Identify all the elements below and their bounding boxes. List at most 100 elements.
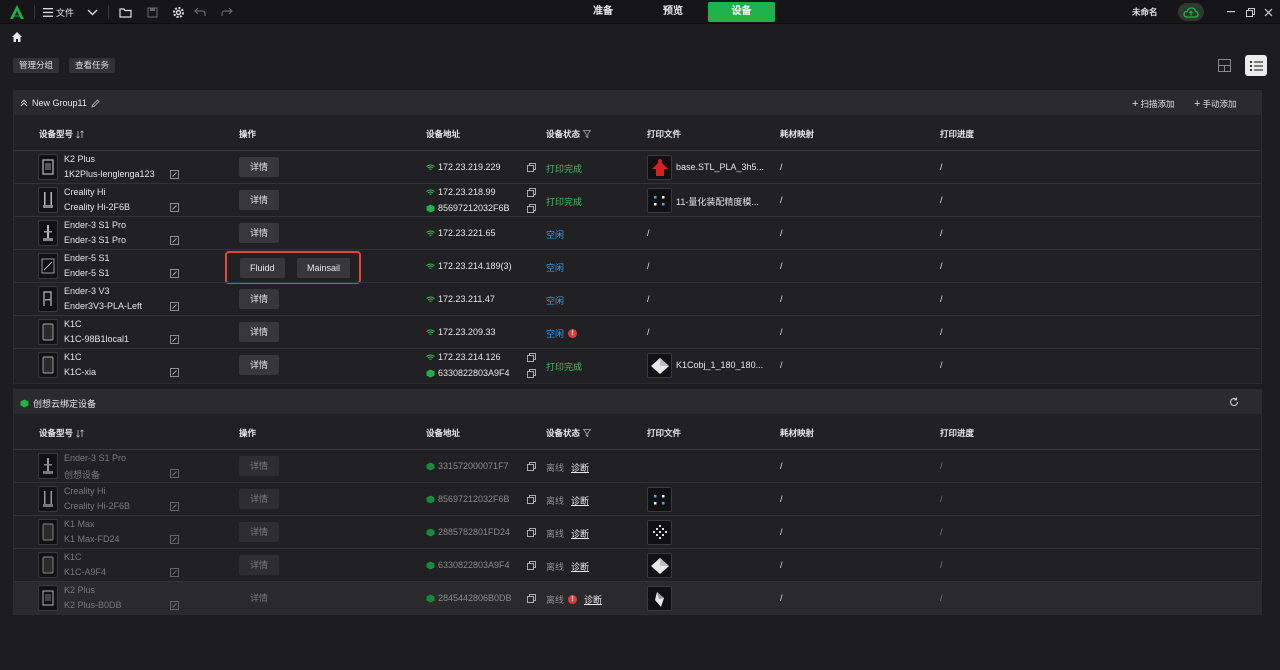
column-header-model[interactable]: 设备型号 bbox=[39, 128, 84, 140]
user-name[interactable]: 未命名 bbox=[1132, 6, 1158, 18]
table-row[interactable]: Ender-3 S1 Pro 创想设备 详情 331572000071F7 离线… bbox=[14, 449, 1261, 482]
edit-name-icon[interactable] bbox=[170, 170, 179, 179]
serial-text: 85697212032F6B bbox=[438, 203, 510, 213]
status-text: 离线 bbox=[546, 496, 565, 506]
table-row[interactable]: Ender-3 S1 Pro Ender-3 S1 Pro 详情 172.23.… bbox=[14, 216, 1261, 249]
copy-icon[interactable] bbox=[527, 188, 536, 197]
column-header-model[interactable]: 设备型号 bbox=[39, 427, 84, 439]
table-row[interactable]: Ender-5 S1 Ender-5 S1 Fluidd Mainsail 17… bbox=[14, 249, 1261, 284]
details-button[interactable]: 详情 bbox=[239, 223, 279, 243]
group-title[interactable]: New Group11 bbox=[20, 98, 100, 108]
error-alert-icon[interactable]: ! bbox=[568, 595, 578, 604]
edit-name-icon[interactable] bbox=[170, 469, 179, 478]
details-button[interactable]: 详情 bbox=[239, 588, 279, 608]
table-row[interactable]: K1C K1C-A9F4 详情 6330822803A9F4 离线 诊断 / / bbox=[14, 548, 1261, 581]
table-row[interactable]: K1C K1C-xia 详情 172.23.214.126 6330822803… bbox=[14, 348, 1261, 381]
edit-name-icon[interactable] bbox=[170, 502, 179, 511]
filter-icon[interactable] bbox=[583, 130, 592, 138]
edit-icon[interactable] bbox=[91, 98, 100, 108]
sort-icon[interactable] bbox=[76, 129, 84, 139]
restore-icon[interactable] bbox=[1243, 5, 1257, 19]
edit-name-icon[interactable] bbox=[170, 236, 179, 245]
view-tasks-button[interactable]: 查看任务 bbox=[69, 58, 116, 73]
copy-icon[interactable] bbox=[527, 369, 536, 378]
copy-icon[interactable] bbox=[527, 495, 536, 504]
fluidd-button[interactable]: Fluidd bbox=[240, 258, 285, 278]
filter-icon[interactable] bbox=[583, 429, 592, 437]
details-button[interactable]: 详情 bbox=[239, 157, 279, 177]
table-row[interactable]: K1 Max K1 Max-FD24 详情 2885782801FD24 离线 … bbox=[14, 515, 1261, 548]
status-text: 空闲 bbox=[546, 329, 565, 339]
open-folder-icon[interactable] bbox=[117, 4, 133, 20]
diagnose-link[interactable]: 诊断 bbox=[571, 461, 589, 474]
edit-name-icon[interactable] bbox=[170, 601, 179, 610]
error-alert-icon[interactable]: ! bbox=[568, 329, 578, 338]
redo-icon[interactable] bbox=[219, 4, 235, 20]
settings-gear-icon[interactable] bbox=[170, 4, 186, 20]
table-row[interactable]: K2 Plus K2 Plus-B0DB 详情 2845442806B0DB 离… bbox=[14, 581, 1261, 614]
ip-text: 172.23.221.65 bbox=[438, 228, 496, 238]
table-row[interactable]: Creality Hi Creality Hi-2F6B 详情 85697212… bbox=[14, 482, 1261, 515]
table-row[interactable]: K2 Plus 1K2Plus-lenglenga123 详情 172.23.2… bbox=[14, 150, 1261, 183]
edit-name-icon[interactable] bbox=[170, 203, 179, 212]
diagnose-link[interactable]: 诊断 bbox=[571, 494, 589, 507]
refresh-icon[interactable] bbox=[1229, 397, 1239, 407]
copy-icon[interactable] bbox=[527, 204, 536, 213]
copy-icon[interactable] bbox=[527, 594, 536, 603]
edit-name-icon[interactable] bbox=[170, 335, 179, 344]
column-header-status[interactable]: 设备状态 bbox=[546, 128, 592, 140]
details-button[interactable]: 详情 bbox=[239, 355, 279, 375]
tab-preview[interactable]: 预览 bbox=[653, 2, 693, 22]
column-header-operation: 操作 bbox=[239, 428, 257, 438]
details-button[interactable]: 详情 bbox=[239, 322, 279, 342]
home-icon[interactable] bbox=[11, 31, 23, 43]
diagnose-link[interactable]: 诊断 bbox=[571, 527, 589, 540]
details-button[interactable]: 详情 bbox=[239, 190, 279, 210]
minimize-icon[interactable] bbox=[1224, 5, 1238, 19]
tab-prepare[interactable]: 准备 bbox=[583, 2, 623, 22]
table-row[interactable]: Creality Hi Creality Hi-2F6B 详情 172.23.2… bbox=[14, 183, 1261, 216]
cloud-upload-button[interactable] bbox=[1178, 3, 1204, 21]
grid-view-button[interactable] bbox=[1213, 55, 1235, 76]
scan-add-button[interactable]: + 扫描添加 bbox=[1132, 98, 1174, 110]
file-dropdown-chevron-icon[interactable] bbox=[84, 4, 100, 20]
save-icon[interactable] bbox=[144, 4, 160, 20]
column-header-status[interactable]: 设备状态 bbox=[546, 427, 592, 439]
details-button[interactable]: 详情 bbox=[239, 489, 279, 509]
copy-icon[interactable] bbox=[527, 462, 536, 471]
printer-thumbnail bbox=[38, 519, 58, 545]
edit-name-icon[interactable] bbox=[170, 568, 179, 577]
edit-name-icon[interactable] bbox=[170, 302, 179, 311]
copy-icon[interactable] bbox=[527, 528, 536, 537]
diagnose-link[interactable]: 诊断 bbox=[571, 560, 589, 573]
copy-icon[interactable] bbox=[527, 561, 536, 570]
sort-icon[interactable] bbox=[76, 428, 84, 438]
details-button[interactable]: 详情 bbox=[239, 522, 279, 542]
details-button[interactable]: 详情 bbox=[239, 555, 279, 575]
edit-name-icon[interactable] bbox=[170, 269, 179, 278]
mainsail-button[interactable]: Mainsail bbox=[297, 258, 351, 278]
copy-icon[interactable] bbox=[527, 353, 536, 362]
details-button[interactable]: 详情 bbox=[239, 289, 279, 309]
edit-name-icon[interactable] bbox=[170, 535, 179, 544]
file-name: 11-量化装配精度模... bbox=[676, 197, 759, 207]
manage-groups-button[interactable]: 管理分组 bbox=[13, 58, 60, 73]
diagnose-link[interactable]: 诊断 bbox=[584, 593, 602, 606]
ip-address: 172.23.211.47 bbox=[426, 294, 495, 304]
close-icon[interactable] bbox=[1261, 5, 1275, 19]
tab-device[interactable]: 设备 bbox=[708, 2, 775, 22]
list-view-button[interactable] bbox=[1245, 55, 1267, 76]
edit-name-icon[interactable] bbox=[170, 368, 179, 377]
file-menu-button[interactable]: 文件 bbox=[43, 5, 74, 19]
undo-icon[interactable] bbox=[192, 4, 208, 20]
printer-thumbnail bbox=[38, 319, 58, 345]
copy-icon[interactable] bbox=[527, 163, 536, 172]
list-view-icon bbox=[1249, 60, 1263, 71]
table-row[interactable]: K1C K1C-98B1local1 详情 172.23.209.33 空闲 !… bbox=[14, 315, 1261, 348]
hamburger-icon bbox=[43, 7, 53, 17]
printer-thumbnail bbox=[38, 187, 58, 213]
manual-add-button[interactable]: + 手动添加 bbox=[1194, 98, 1236, 110]
details-button[interactable]: 详情 bbox=[239, 456, 279, 476]
status-text: 空闲 bbox=[546, 296, 565, 306]
table-row[interactable]: Ender-3 V3 Ender3V3-PLA-Left 详情 172.23.2… bbox=[14, 282, 1261, 315]
